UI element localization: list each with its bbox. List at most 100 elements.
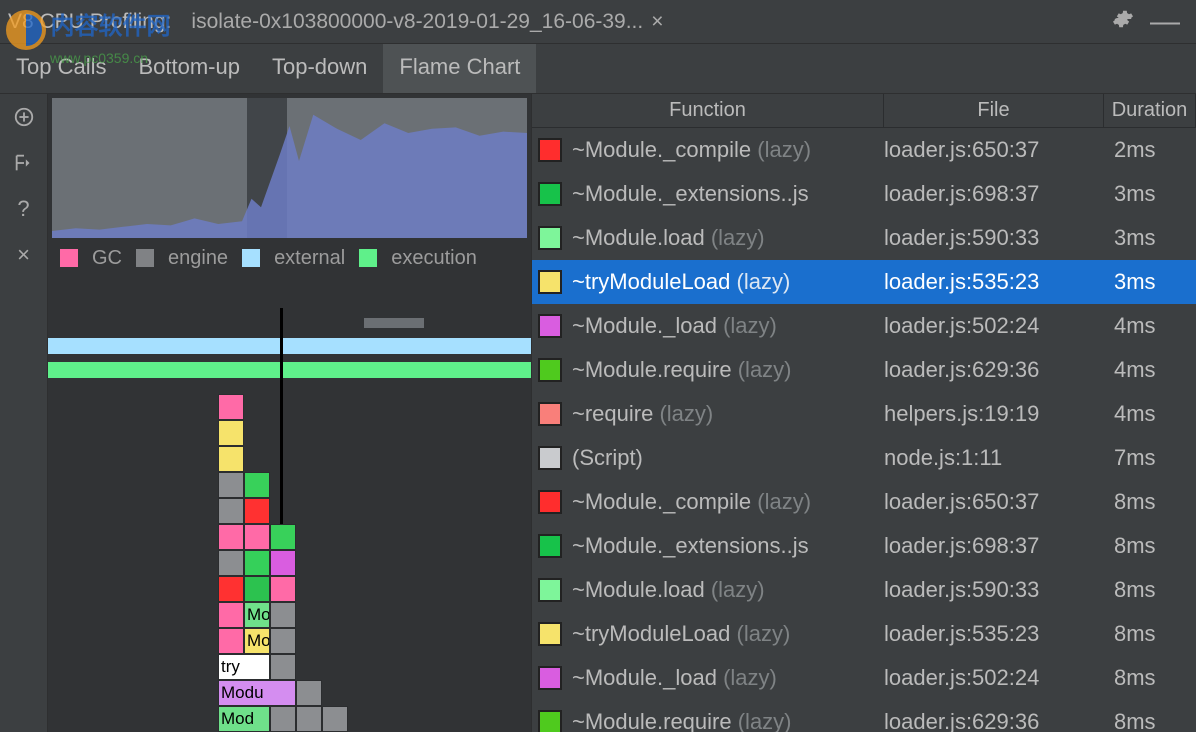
flame-frame[interactable]: Mod xyxy=(218,706,270,732)
flame-stack[interactable]: MoMotryModuMod xyxy=(218,394,348,732)
flame-frame[interactable] xyxy=(218,628,244,654)
table-row[interactable]: ~Module._compile (lazy)loader.js:650:378… xyxy=(532,480,1196,524)
flame-row[interactable]: try xyxy=(218,654,348,680)
flame-row[interactable] xyxy=(218,498,348,524)
timeline-bar-external[interactable] xyxy=(48,338,531,354)
row-duration: 8ms xyxy=(1104,577,1196,603)
flame-frame[interactable] xyxy=(218,524,244,550)
flame-frame[interactable] xyxy=(244,472,270,498)
flame-frame[interactable] xyxy=(244,550,270,576)
profile-file-name[interactable]: isolate-0x103800000-v8-2019-01-29_16-06-… xyxy=(191,10,643,34)
flame-frame[interactable] xyxy=(244,524,270,550)
timeline-bar-execution[interactable] xyxy=(48,362,531,378)
flame-frame[interactable] xyxy=(296,680,322,706)
tab-flame-chart[interactable]: Flame Chart xyxy=(383,44,536,93)
add-icon[interactable] xyxy=(11,104,37,130)
flame-frame[interactable] xyxy=(244,576,270,602)
row-function: ~Module.load (lazy) xyxy=(572,225,884,251)
table-row[interactable]: ~Module._extensions..jsloader.js:698:373… xyxy=(532,172,1196,216)
table-row[interactable]: ~Module.load (lazy)loader.js:590:338ms xyxy=(532,568,1196,612)
flame-frame[interactable] xyxy=(270,524,296,550)
flame-row[interactable]: Mo xyxy=(218,602,348,628)
row-duration: 8ms xyxy=(1104,621,1196,647)
row-file: loader.js:629:36 xyxy=(884,357,1104,383)
flame-frame[interactable] xyxy=(218,498,244,524)
row-color-swatch xyxy=(538,446,562,470)
flame-row[interactable]: Mo xyxy=(218,628,348,654)
flame-frame[interactable]: Mo xyxy=(244,602,270,628)
row-file: loader.js:698:37 xyxy=(884,533,1104,559)
col-duration[interactable]: Duration xyxy=(1104,94,1196,127)
flame-row[interactable] xyxy=(218,550,348,576)
flame-frame[interactable] xyxy=(296,706,322,732)
row-file: loader.js:590:33 xyxy=(884,225,1104,251)
flame-frame[interactable] xyxy=(218,394,244,420)
flame-frame[interactable]: Mo xyxy=(244,628,270,654)
table-row[interactable]: (Script)node.js:1:117ms xyxy=(532,436,1196,480)
flame-frame[interactable] xyxy=(218,446,244,472)
flame-frame[interactable] xyxy=(270,602,296,628)
flame-frame[interactable] xyxy=(270,550,296,576)
row-file: loader.js:502:24 xyxy=(884,313,1104,339)
flame-row[interactable] xyxy=(218,394,348,420)
flame-row[interactable] xyxy=(218,576,348,602)
row-color-swatch xyxy=(538,402,562,426)
flame-frame[interactable] xyxy=(270,654,296,680)
tab-top-calls[interactable]: Top Calls xyxy=(0,44,122,93)
flame-frame[interactable] xyxy=(218,472,244,498)
tab-bottom-up[interactable]: Bottom-up xyxy=(122,44,256,93)
settings-gear-icon[interactable] xyxy=(1104,4,1142,40)
flame-frame[interactable] xyxy=(218,550,244,576)
flame-row[interactable]: Mod xyxy=(218,706,348,732)
help-icon[interactable]: ? xyxy=(11,196,37,222)
row-duration: 3ms xyxy=(1104,225,1196,251)
overview-timeline[interactable] xyxy=(52,98,527,238)
row-duration: 4ms xyxy=(1104,401,1196,427)
flame-frame[interactable]: try xyxy=(218,654,270,680)
table-row[interactable]: ~tryModuleLoad (lazy)loader.js:535:238ms xyxy=(532,612,1196,656)
flame-row[interactable] xyxy=(218,420,348,446)
row-function: (Script) xyxy=(572,445,884,471)
minimize-icon[interactable]: — xyxy=(1142,1,1188,43)
table-row[interactable]: ~require (lazy)helpers.js:19:194ms xyxy=(532,392,1196,436)
tab-top-down[interactable]: Top-down xyxy=(256,44,383,93)
row-color-swatch xyxy=(538,666,562,690)
flame-frame[interactable] xyxy=(322,706,348,732)
table-row[interactable]: ~Module._compile (lazy)loader.js:650:372… xyxy=(532,128,1196,172)
flame-frame[interactable] xyxy=(218,602,244,628)
table-row[interactable]: ~Module._extensions..jsloader.js:698:378… xyxy=(532,524,1196,568)
flame-frame[interactable] xyxy=(218,576,244,602)
table-row[interactable]: ~Module._load (lazy)loader.js:502:244ms xyxy=(532,304,1196,348)
flame-area[interactable]: MoMotryModuMod xyxy=(48,278,531,732)
flame-frame[interactable] xyxy=(244,498,270,524)
row-duration: 8ms xyxy=(1104,533,1196,559)
col-file[interactable]: File xyxy=(884,94,1104,127)
flame-frame[interactable] xyxy=(270,576,296,602)
col-function[interactable]: Function xyxy=(532,94,884,127)
row-file: loader.js:650:37 xyxy=(884,489,1104,515)
table-row[interactable]: ~Module.require (lazy)loader.js:629:364m… xyxy=(532,348,1196,392)
flame-row[interactable] xyxy=(218,472,348,498)
legend-swatch xyxy=(136,249,154,267)
function-table: Function File Duration ~Module._compile … xyxy=(532,94,1196,732)
row-color-swatch xyxy=(538,270,562,294)
table-row[interactable]: ~Module._load (lazy)loader.js:502:248ms xyxy=(532,656,1196,700)
close-tab-icon[interactable]: × xyxy=(651,10,663,34)
table-row[interactable]: ~tryModuleLoad (lazy)loader.js:535:233ms xyxy=(532,260,1196,304)
expand-tree-icon[interactable] xyxy=(11,150,37,176)
flame-frame[interactable] xyxy=(218,420,244,446)
flame-row[interactable] xyxy=(218,446,348,472)
table-row[interactable]: ~Module.require (lazy)loader.js:629:368m… xyxy=(532,700,1196,732)
flame-chart-pane: GCengineexternalexecution MoMotryModuMod xyxy=(48,94,532,732)
flame-row[interactable] xyxy=(218,524,348,550)
table-row[interactable]: ~Module.load (lazy)loader.js:590:333ms xyxy=(532,216,1196,260)
row-function: ~Module.require (lazy) xyxy=(572,709,884,732)
header: V8 CPU Profiling: isolate-0x103800000-v8… xyxy=(0,0,1196,44)
flame-frame[interactable] xyxy=(270,628,296,654)
range-slider[interactable] xyxy=(364,318,424,328)
flame-row[interactable]: Modu xyxy=(218,680,348,706)
row-function: ~Module.load (lazy) xyxy=(572,577,884,603)
flame-frame[interactable]: Modu xyxy=(218,680,296,706)
flame-frame[interactable] xyxy=(270,706,296,732)
close-panel-icon[interactable]: × xyxy=(11,242,37,268)
